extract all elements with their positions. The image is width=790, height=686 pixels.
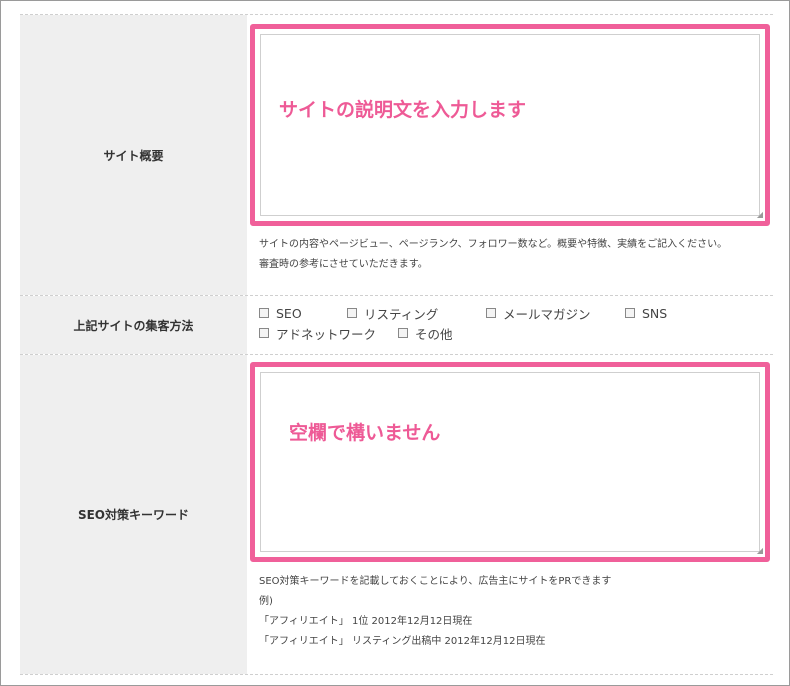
- checkbox-box[interactable]: [486, 308, 496, 318]
- site-summary-textarea[interactable]: [260, 34, 760, 216]
- traffic-methods-label: 上記サイトの集客方法: [20, 296, 247, 354]
- help-line: SEO対策キーワードを記載しておくことにより、広告主にサイトをPRできます: [259, 576, 612, 587]
- checkbox-ad-network[interactable]: アドネットワーク: [259, 324, 398, 343]
- checkbox-line: アドネットワーク その他: [259, 323, 759, 343]
- traffic-methods-value-cell: SEO リスティング メールマガジン SNS アドネットワーク その他: [247, 296, 773, 354]
- checkbox-label: その他: [415, 326, 453, 342]
- checkbox-label: SEO: [276, 305, 302, 321]
- seo-keywords-value-cell: ◢ 空欄で構いません SEO対策キーワードを記載しておくことにより、広告主にサイ…: [247, 355, 773, 674]
- seo-keywords-textarea[interactable]: [260, 372, 760, 552]
- checkbox-label: SNS: [642, 305, 668, 321]
- checkbox-box[interactable]: [347, 308, 357, 318]
- site-summary-value-cell: ◢ サイトの説明文を入力します サイトの内容やページビュー、ページランク、フォロ…: [247, 15, 773, 295]
- seo-keywords-row: SEO対策キーワード ◢ 空欄で構いません SEO対策キーワードを記載しておくこ…: [20, 355, 773, 675]
- resize-grip-icon[interactable]: ◢: [755, 547, 763, 555]
- application-form-table: サイト概要 ◢ サイトの説明文を入力します サイトの内容やページビュー、ページラ…: [20, 14, 773, 675]
- seo-keywords-highlight-box: ◢: [250, 362, 770, 562]
- site-summary-highlight-box: ◢: [250, 24, 770, 226]
- help-line: サイトの内容やページビュー、ページランク、フォロワー数など。概要や特徴、実績をご…: [259, 239, 728, 250]
- screenshot-frame: サイト概要 ◢ サイトの説明文を入力します サイトの内容やページビュー、ページラ…: [0, 0, 790, 686]
- help-line: 審査時の参考にさせていただきます。: [259, 259, 428, 270]
- checkbox-label: メールマガジン: [503, 306, 591, 322]
- checkbox-box[interactable]: [259, 328, 269, 338]
- seo-keywords-label: SEO対策キーワード: [20, 355, 247, 674]
- traffic-methods-checkbox-group: SEO リスティング メールマガジン SNS アドネットワーク その他: [259, 303, 759, 343]
- checkbox-mail-magazine[interactable]: メールマガジン: [486, 304, 625, 323]
- site-summary-row: サイト概要 ◢ サイトの説明文を入力します サイトの内容やページビュー、ページラ…: [20, 14, 773, 296]
- checkbox-label: アドネットワーク: [276, 326, 377, 342]
- checkbox-listing[interactable]: リスティング: [347, 304, 486, 323]
- checkbox-box[interactable]: [625, 308, 635, 318]
- checkbox-sns[interactable]: SNS: [625, 306, 685, 321]
- checkbox-other[interactable]: その他: [398, 324, 453, 343]
- help-line: 「アフィリエイト」 リスティング出稿中 2012年12月12日現在: [259, 636, 546, 647]
- resize-grip-icon[interactable]: ◢: [755, 211, 763, 219]
- checkbox-box[interactable]: [259, 308, 269, 318]
- traffic-methods-row: 上記サイトの集客方法 SEO リスティング メールマガジン SNS アドネットワ…: [20, 296, 773, 355]
- checkbox-label: リスティング: [364, 306, 439, 322]
- checkbox-box[interactable]: [398, 328, 408, 338]
- site-summary-help: サイトの内容やページビュー、ページランク、フォロワー数など。概要や特徴、実績をご…: [259, 235, 727, 275]
- help-line: 例): [259, 596, 273, 607]
- checkbox-line: SEO リスティング メールマガジン SNS: [259, 303, 759, 323]
- help-line: 「アフィリエイト」 1位 2012年12月12日現在: [259, 616, 473, 627]
- site-summary-label: サイト概要: [20, 15, 247, 295]
- checkbox-seo[interactable]: SEO: [259, 306, 347, 321]
- seo-keywords-help: SEO対策キーワードを記載しておくことにより、広告主にサイトをPRできます 例)…: [259, 572, 611, 652]
